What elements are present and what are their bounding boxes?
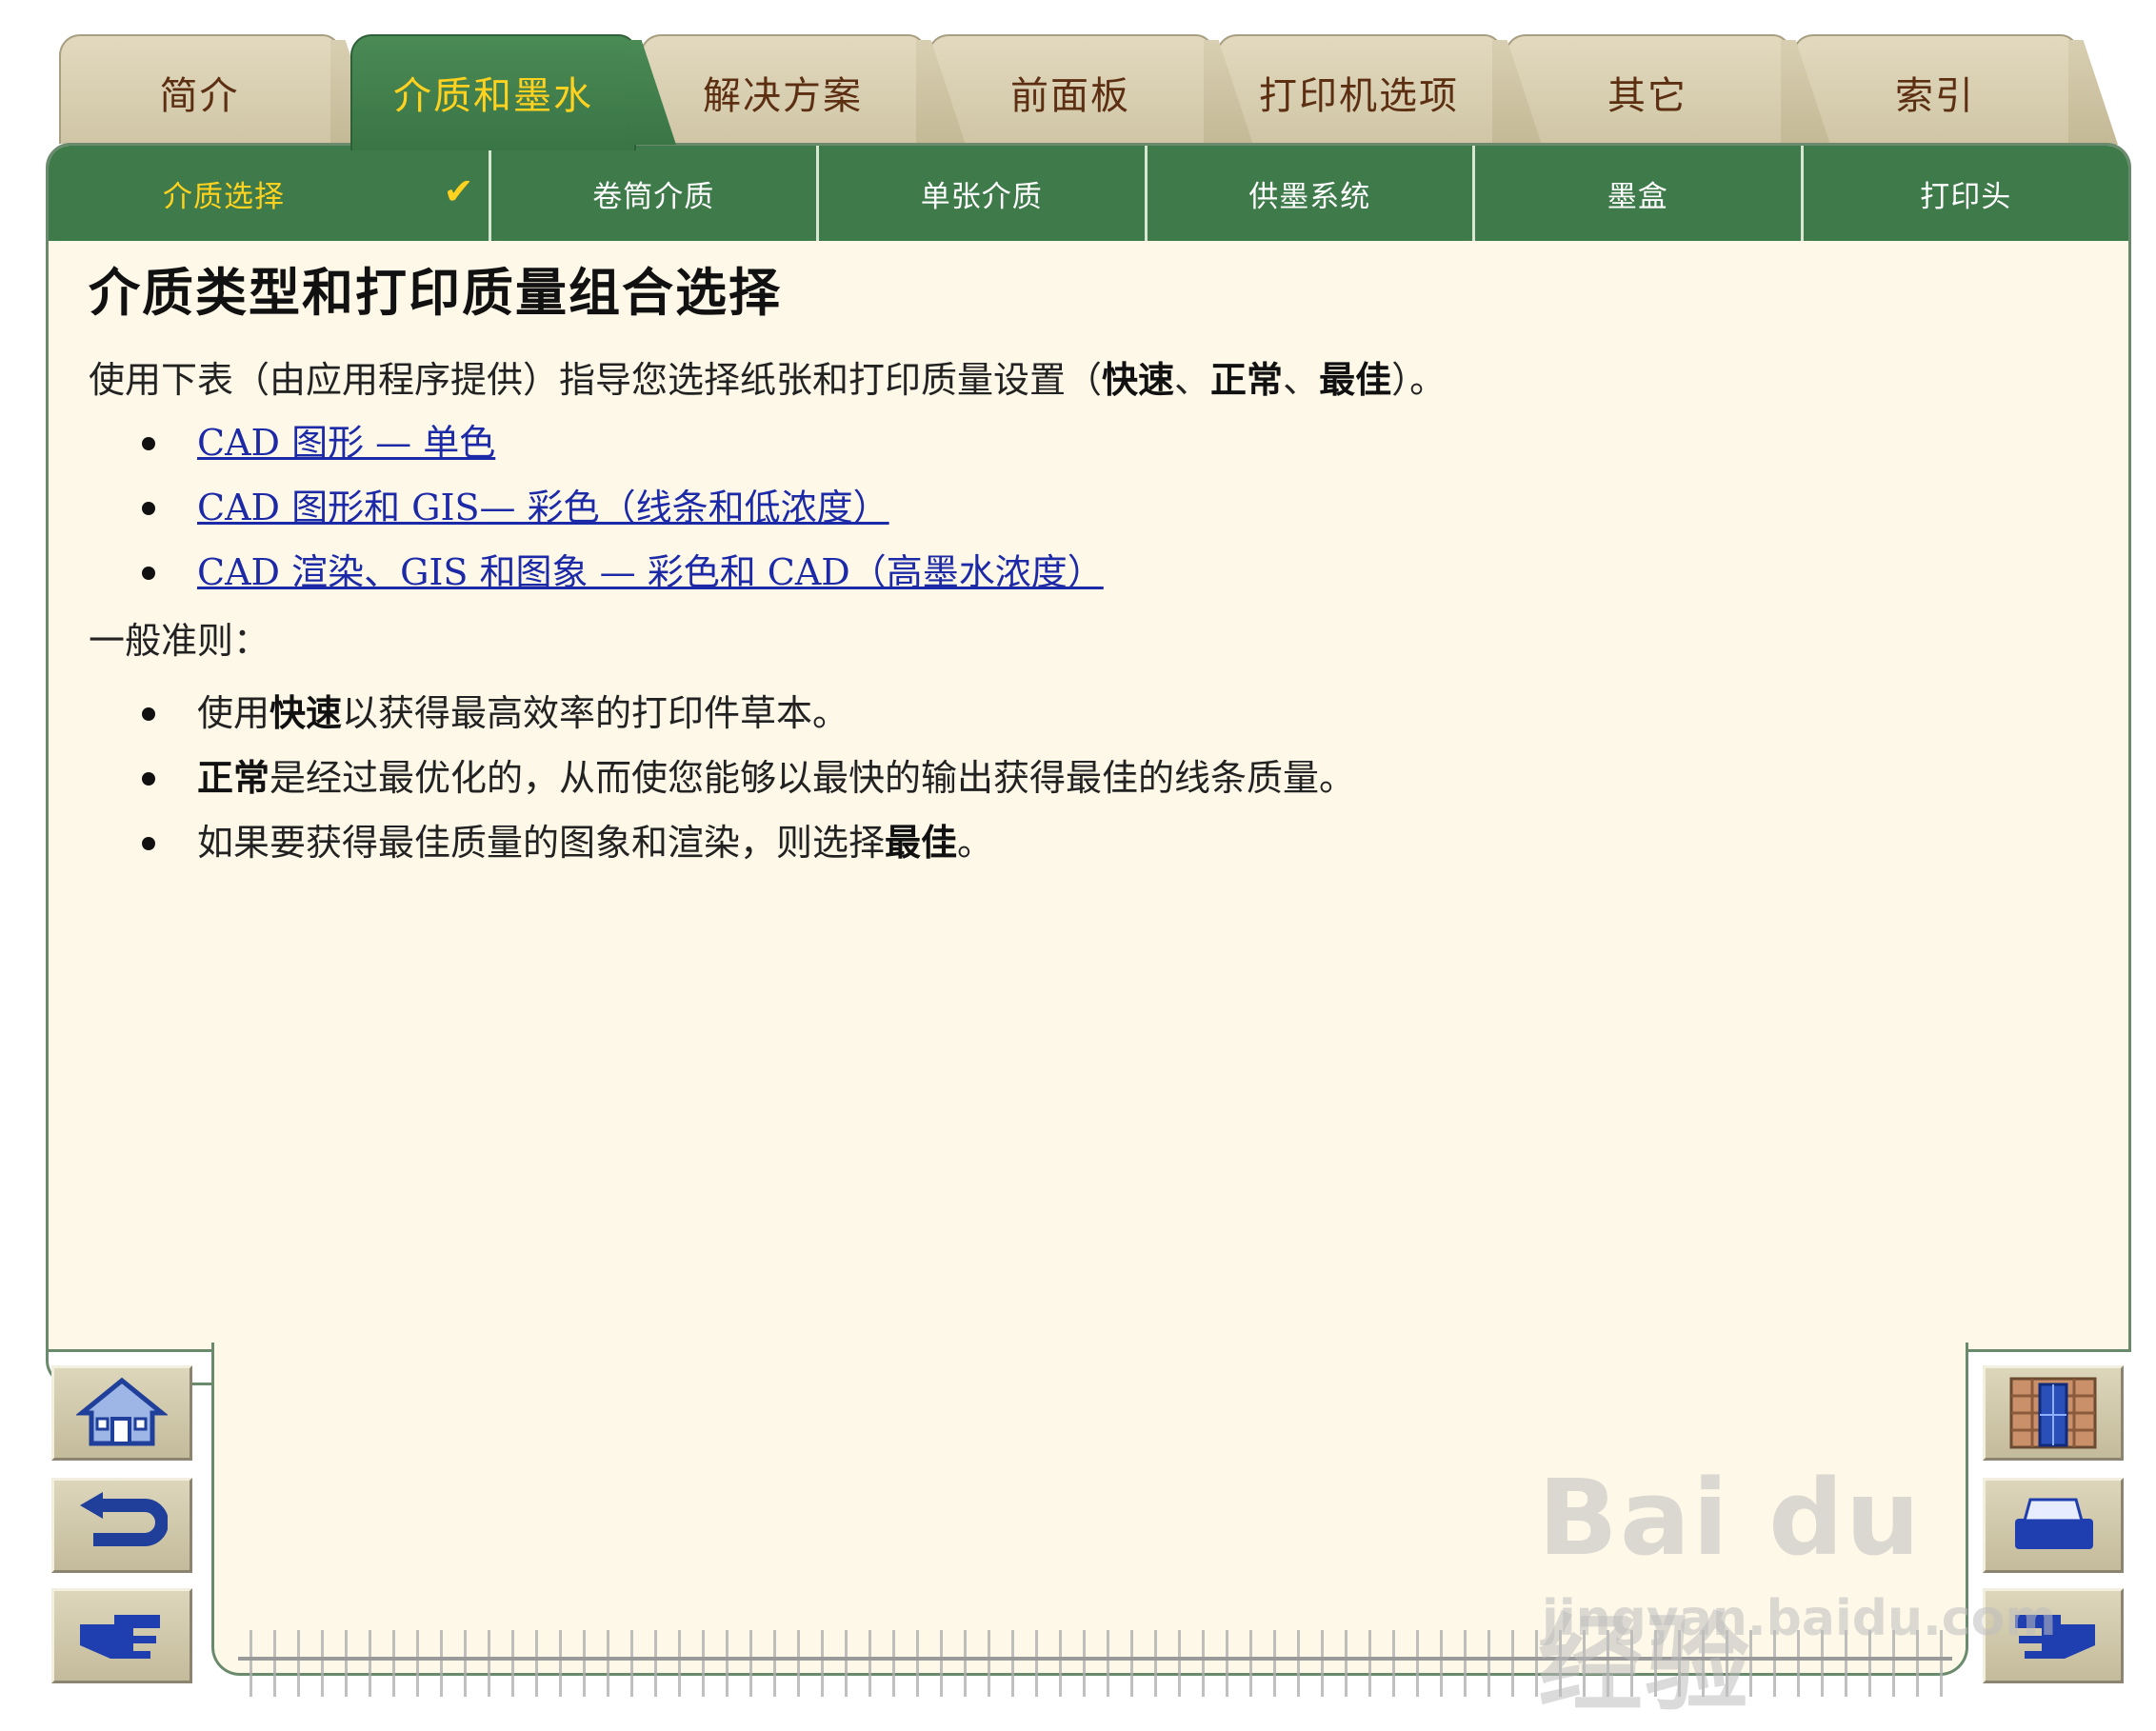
tab-other[interactable]: 其它	[1505, 34, 1830, 145]
subnav-ink-system[interactable]: 供墨系统	[1148, 146, 1475, 241]
next-page-button[interactable]	[51, 1588, 192, 1683]
printer-icon	[2015, 1498, 2093, 1549]
map-icon	[2009, 1377, 2097, 1449]
bullet-icon	[142, 707, 155, 721]
tab-printer-options[interactable]: 打印机选项	[1216, 34, 1542, 145]
subnav-label: 单张介质	[920, 179, 1043, 214]
bullet-icon	[142, 837, 155, 850]
map-button[interactable]	[1983, 1365, 2124, 1461]
subnav-printheads[interactable]: 打印头	[1804, 146, 2129, 241]
tab-front-panel[interactable]: 前面板	[928, 34, 1253, 145]
guideline-list: 使用快速以获得最高效率的打印件草本。 正常是经过最优化的，从而使您能够以最快的输…	[89, 681, 2090, 875]
sub-navigation: 介质选择 ✔ 卷筒介质 单张介质 供墨系统 墨盒 打印头	[49, 146, 2128, 241]
main-panel: 介质选择 ✔ 卷筒介质 单张介质 供墨系统 墨盒 打印头 介质类型和打印质量组合…	[46, 143, 2131, 1352]
subnav-sheet-media[interactable]: 单张介质	[819, 146, 1148, 241]
subnav-label: 打印头	[1920, 179, 2012, 214]
link-render-gis-image[interactable]: CAD 渲染、GIS 和图象 — 彩色和 CAD（高墨水浓度）	[197, 551, 1104, 593]
subnav-label: 介质选择	[163, 179, 285, 214]
spiral-bar	[238, 1657, 1952, 1661]
previous-hand-icon	[2015, 1615, 2095, 1659]
subnav-roll-media[interactable]: 卷筒介质	[491, 146, 819, 241]
next-hand-icon	[80, 1615, 160, 1659]
list-item: 使用快速以获得最高效率的打印件草本。	[89, 681, 2090, 746]
spiral-binding	[238, 1630, 1952, 1697]
home-icon	[76, 1377, 168, 1446]
tab-media-and-ink[interactable]: 介质和墨水	[350, 34, 676, 150]
list-item: CAD 图形 — 单色	[89, 410, 2090, 475]
page-title: 介质类型和打印质量组合选择	[89, 263, 782, 323]
top-tab-bar: 简介 索引 其它 打印机选项 前面板 解决方案 介质和墨水	[59, 34, 2118, 150]
tab-index[interactable]: 索引	[1792, 34, 2118, 145]
page-content: 介质类型和打印质量组合选择 使用下表（由应用程序提供）指导您选择纸张和打印质量设…	[89, 250, 2090, 875]
tab-label: 前面板	[1010, 74, 1130, 118]
bullet-icon	[142, 567, 155, 580]
subnav-label: 卷筒介质	[592, 179, 715, 214]
link-cad-gis-color[interactable]: CAD 图形和 GIS— 彩色（线条和低浓度）	[197, 487, 889, 528]
tab-label: 打印机选项	[1259, 74, 1459, 118]
subnav-media-selection[interactable]: 介质选择 ✔	[49, 146, 491, 241]
tab-solutions[interactable]: 解决方案	[640, 34, 966, 145]
link-list: CAD 图形 — 单色 CAD 图形和 GIS— 彩色（线条和低浓度） CAD …	[89, 410, 2090, 605]
general-guidelines-label: 一般准则：	[89, 620, 270, 662]
tab-label: 其它	[1607, 74, 1687, 118]
list-item: 正常是经过最优化的，从而使您能够以最快的输出获得最佳的线条质量。	[89, 746, 2090, 810]
list-item: CAD 图形和 GIS— 彩色（线条和低浓度）	[89, 475, 2090, 540]
subnav-label: 供墨系统	[1248, 179, 1371, 214]
tab-intro[interactable]: 简介	[59, 34, 380, 145]
printer-button[interactable]	[1983, 1478, 2124, 1573]
previous-page-button[interactable]	[1983, 1588, 2124, 1683]
tab-label: 介质和墨水	[393, 74, 593, 118]
bullet-icon	[142, 502, 155, 515]
back-button[interactable]	[51, 1478, 192, 1573]
tab-label: 解决方案	[703, 74, 863, 118]
tab-label: 索引	[1895, 74, 1975, 118]
notebook-bottom	[211, 1343, 1968, 1676]
tab-label: 简介	[159, 74, 240, 118]
back-arrow-icon	[80, 1492, 168, 1546]
checkmark-icon: ✔	[443, 170, 475, 212]
link-cad-mono[interactable]: CAD 图形 — 单色	[197, 422, 495, 464]
intro-paragraph: 使用下表（由应用程序提供）指导您选择纸张和打印质量设置（快速、正常、最佳）。	[89, 359, 1447, 401]
bullet-icon	[142, 772, 155, 786]
bullet-icon	[142, 437, 155, 450]
home-button[interactable]	[51, 1365, 192, 1461]
list-item: 如果要获得最佳质量的图象和渲染，则选择最佳。	[89, 810, 2090, 875]
subnav-label: 墨盒	[1607, 179, 1668, 214]
list-item: CAD 渲染、GIS 和图象 — 彩色和 CAD（高墨水浓度）	[89, 540, 2090, 605]
subnav-ink-cartridges[interactable]: 墨盒	[1475, 146, 1804, 241]
